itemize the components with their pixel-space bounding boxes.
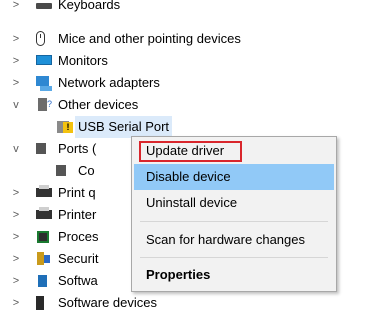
tree-item-label: Co — [78, 163, 95, 178]
processor-icon — [37, 231, 49, 243]
tree-item-label: Keyboards — [58, 0, 121, 12]
menu-item-update-driver[interactable]: Update driver — [134, 138, 334, 164]
expand-chevron-icon[interactable]: > — [9, 292, 23, 314]
tree-item-label: Printer — [58, 207, 97, 222]
menu-item-label: Update driver — [146, 143, 225, 158]
menu-item-scan-hardware[interactable]: Scan for hardware changes — [134, 227, 334, 253]
network-adapter-icon — [36, 76, 52, 91]
tree-item-label: Mice and other pointing devices — [58, 31, 241, 46]
expand-chevron-icon[interactable]: > — [9, 204, 23, 226]
software-component-icon — [38, 275, 47, 287]
mouse-icon — [36, 31, 45, 46]
tree-item-label: Software devices — [58, 295, 157, 310]
tree-item-label: USB Serial Port — [75, 116, 173, 138]
tree-item-network-adapters[interactable]: > Network adapters — [0, 72, 383, 94]
tree-item-label: Network adapters — [58, 75, 160, 90]
expand-chevron-icon[interactable]: > — [9, 182, 23, 204]
tree-item-usb-serial-port[interactable]: USB Serial Port — [0, 116, 383, 138]
port-icon — [36, 143, 46, 154]
unknown-device-icon — [38, 93, 52, 115]
tree-item-software-devices[interactable]: > Software devices — [0, 292, 383, 314]
printer-icon — [36, 207, 52, 219]
menu-item-disable-device[interactable]: Disable device — [134, 164, 334, 190]
tree-item-label: Ports ( — [58, 141, 97, 156]
collapse-chevron-icon[interactable]: v — [9, 138, 23, 160]
context-menu: Update driver Disable device Uninstall d… — [131, 136, 337, 292]
tree-item-mice[interactable]: > Mice and other pointing devices — [0, 28, 383, 50]
menu-separator — [140, 221, 328, 222]
menu-item-label: Disable device — [146, 169, 231, 184]
expand-chevron-icon[interactable]: > — [9, 50, 23, 72]
menu-separator — [140, 257, 328, 258]
expand-chevron-icon[interactable]: > — [9, 0, 23, 16]
tree-item-other-devices[interactable]: v Other devices — [0, 93, 383, 116]
expand-chevron-icon[interactable]: > — [9, 270, 23, 292]
monitor-icon — [36, 55, 52, 65]
tree-item-label: Monitors — [58, 53, 108, 68]
tree-item-label: Softwa — [58, 273, 98, 288]
menu-item-label: Properties — [146, 267, 211, 282]
printer-icon — [36, 185, 52, 197]
tree-item-monitors[interactable]: > Monitors — [0, 50, 383, 72]
expand-chevron-icon[interactable]: > — [9, 28, 23, 50]
tree-item-label: Other devices — [58, 97, 139, 112]
menu-item-label: Scan for hardware changes — [146, 232, 305, 247]
tree-item-label: Securit — [58, 251, 99, 266]
expand-chevron-icon[interactable]: > — [9, 248, 23, 270]
tree-item-label: Print q — [58, 185, 96, 200]
keyboard-icon — [36, 3, 52, 9]
expand-chevron-icon[interactable]: > — [9, 226, 23, 248]
expand-chevron-icon[interactable]: > — [9, 72, 23, 94]
menu-item-properties[interactable]: Properties — [134, 262, 334, 288]
menu-item-uninstall-device[interactable]: Uninstall device — [134, 190, 334, 216]
collapse-chevron-icon[interactable]: v — [9, 94, 23, 116]
tree-item-label: Proces — [58, 229, 99, 244]
warning-device-icon — [57, 121, 73, 133]
menu-item-label: Uninstall device — [146, 195, 238, 210]
port-icon — [56, 165, 66, 176]
tree-item-keyboards[interactable]: > Keyboards — [0, 0, 383, 16]
security-device-icon — [37, 252, 50, 265]
software-device-icon — [36, 296, 44, 310]
